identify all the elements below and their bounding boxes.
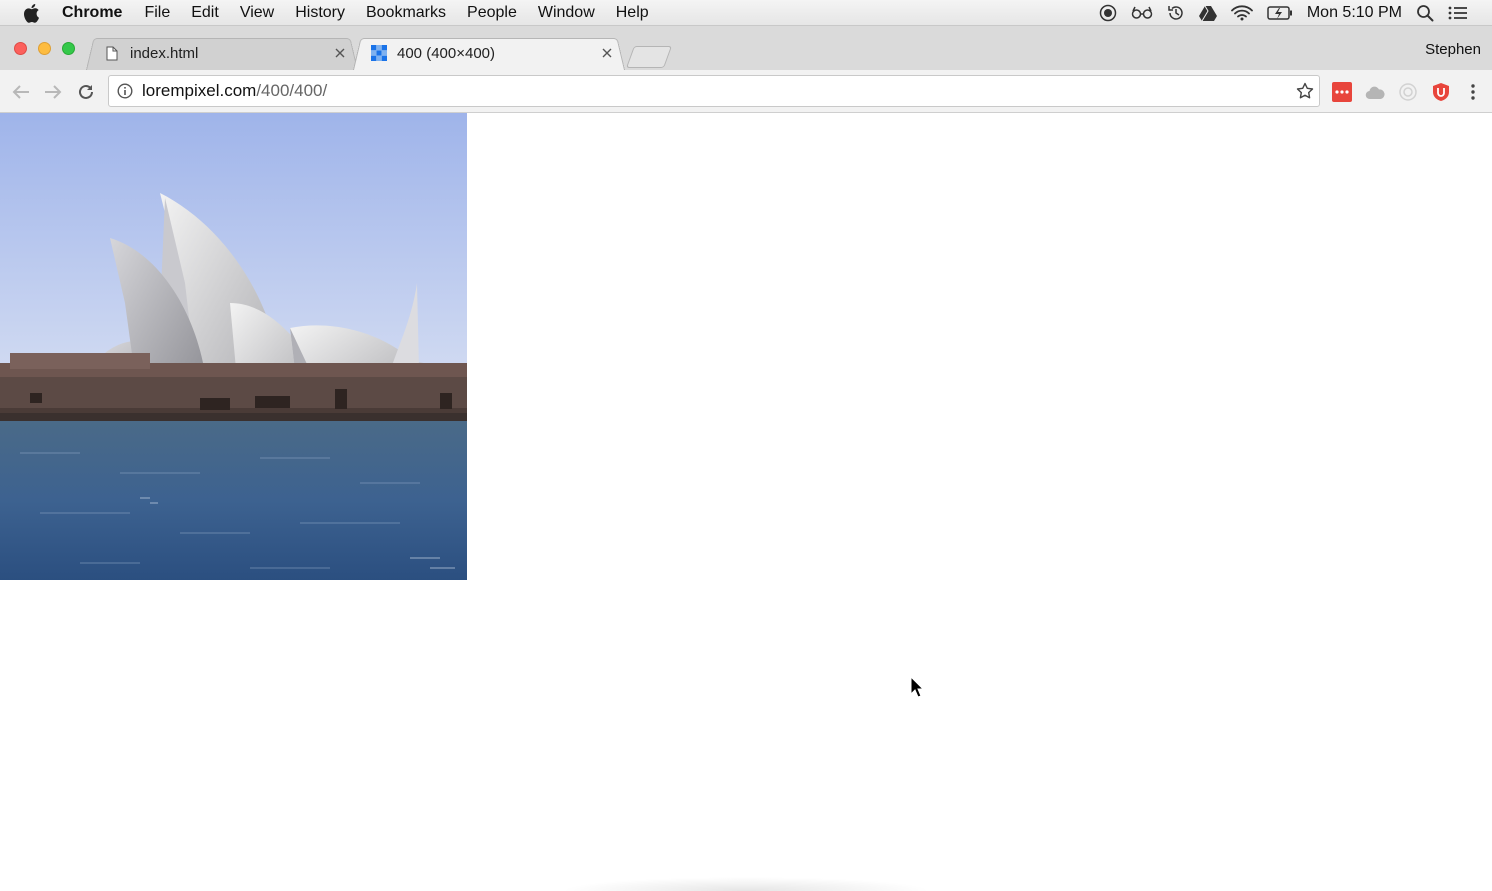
status-menu-area: Mon 5:10 PM bbox=[1085, 0, 1492, 26]
ublock-extension-icon[interactable] bbox=[1430, 81, 1452, 103]
url-path: /400/400/ bbox=[256, 81, 328, 100]
tab-title: 400 (400×400) bbox=[397, 44, 495, 62]
spotlight-search-icon[interactable] bbox=[1416, 4, 1434, 22]
menu-window[interactable]: Window bbox=[538, 4, 595, 22]
lorempixel-icon bbox=[371, 45, 387, 61]
reload-icon[interactable] bbox=[75, 81, 97, 103]
cloud-extension-icon[interactable] bbox=[1364, 81, 1386, 103]
window-maximize-button[interactable] bbox=[62, 42, 75, 55]
tab-close-icon[interactable] bbox=[599, 45, 615, 61]
battery-charging-icon[interactable] bbox=[1267, 6, 1293, 20]
menu-history[interactable]: History bbox=[295, 4, 345, 22]
wifi-icon[interactable] bbox=[1230, 5, 1253, 21]
new-tab-button[interactable] bbox=[625, 46, 673, 68]
window-close-button[interactable] bbox=[14, 42, 27, 55]
glasses-icon[interactable] bbox=[1131, 6, 1153, 20]
site-info-icon[interactable] bbox=[116, 82, 134, 100]
bottom-shadow bbox=[560, 877, 932, 891]
menu-bookmarks[interactable]: Bookmarks bbox=[366, 4, 446, 22]
tab-title: index.html bbox=[130, 44, 199, 62]
url-text[interactable]: lorempixel.com/400/400/ bbox=[142, 81, 327, 101]
menu-people[interactable]: People bbox=[467, 4, 517, 22]
chrome-menu-icon[interactable] bbox=[1462, 81, 1484, 103]
lastpass-extension-icon[interactable] bbox=[1331, 81, 1353, 103]
window-minimize-button[interactable] bbox=[38, 42, 51, 55]
screen-record-icon[interactable] bbox=[1099, 4, 1117, 22]
tab-lorempixel[interactable]: 400 (400×400) bbox=[353, 36, 625, 70]
notification-center-icon[interactable] bbox=[1448, 5, 1468, 21]
menu-view[interactable]: View bbox=[240, 4, 274, 22]
menu-chrome[interactable]: Chrome bbox=[62, 4, 122, 22]
mouse-cursor-icon bbox=[910, 675, 925, 703]
back-arrow-icon[interactable] bbox=[10, 81, 32, 103]
menu-file[interactable]: File bbox=[144, 4, 170, 22]
apple-menu-icon[interactable] bbox=[22, 3, 44, 23]
page-viewport bbox=[0, 113, 1492, 891]
time-machine-icon[interactable] bbox=[1167, 4, 1185, 22]
forward-arrow-icon[interactable] bbox=[42, 81, 64, 103]
document-icon bbox=[104, 45, 120, 61]
tab-index-html[interactable]: index.html bbox=[86, 36, 358, 70]
disabled-extension-icon[interactable] bbox=[1397, 81, 1419, 103]
menu-help[interactable]: Help bbox=[616, 4, 649, 22]
tab-close-icon[interactable] bbox=[332, 45, 348, 61]
google-drive-icon[interactable] bbox=[1198, 5, 1217, 21]
url-host: lorempixel.com bbox=[142, 81, 257, 100]
macos-menu-bar: Chrome File Edit View History Bookmarks … bbox=[0, 0, 1492, 26]
bookmark-star-icon[interactable] bbox=[1296, 82, 1314, 100]
browser-toolbar: lorempixel.com/400/400/ bbox=[0, 70, 1492, 113]
menu-edit[interactable]: Edit bbox=[191, 4, 219, 22]
opera-house-photo bbox=[0, 113, 467, 580]
tab-strip: index.html 400 (400×400) Stephen bbox=[0, 26, 1492, 70]
address-bar[interactable]: lorempixel.com/400/400/ bbox=[108, 75, 1320, 107]
menubar-clock[interactable]: Mon 5:10 PM bbox=[1307, 4, 1402, 22]
profile-button[interactable]: Stephen bbox=[1425, 41, 1481, 58]
window-controls bbox=[14, 42, 86, 55]
